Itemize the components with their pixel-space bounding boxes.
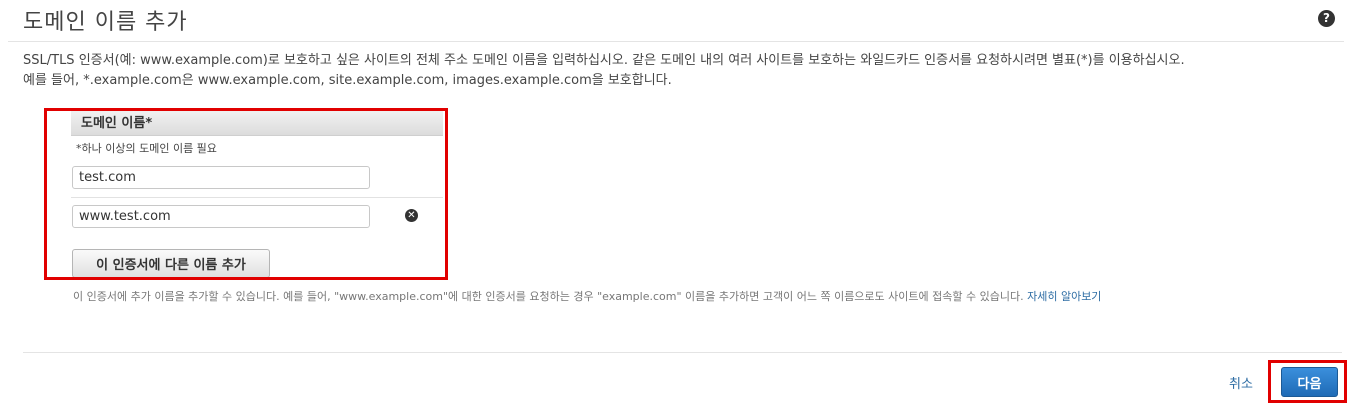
title-divider — [8, 41, 1344, 42]
next-highlight-box — [1268, 360, 1347, 403]
description-line-2: 예를 들어, *.example.com은 www.example.com, s… — [23, 73, 672, 88]
hint-text: 이 인증서에 추가 이름을 추가할 수 있습니다. 예를 들어, "www.ex… — [73, 288, 1101, 304]
footer-divider — [23, 352, 1342, 353]
cancel-button[interactable]: 취소 — [1229, 373, 1253, 392]
description-line-1: SSL/TLS 인증서(예: www.example.com)로 보호하고 싶은… — [23, 53, 1185, 68]
help-icon[interactable]: ? — [1318, 10, 1335, 27]
page-title: 도메인 이름 추가 — [23, 10, 188, 35]
hint-body: 이 인증서에 추가 이름을 추가할 수 있습니다. 예를 들어, "www.ex… — [73, 290, 1024, 303]
description: SSL/TLS 인증서(예: www.example.com)로 보호하고 싶은… — [23, 51, 1333, 91]
learn-more-link[interactable]: 자세히 알아보기 — [1027, 290, 1101, 303]
form-highlight-box — [44, 108, 448, 280]
